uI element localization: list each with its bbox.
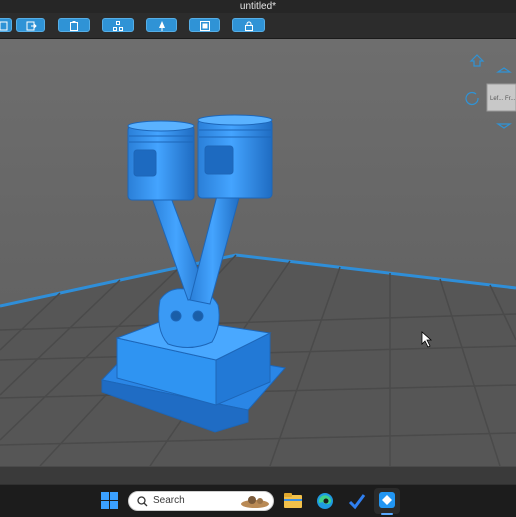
clipboard-button[interactable]	[58, 18, 90, 32]
active-app-indicator	[381, 513, 393, 515]
search-highlight-icon	[241, 496, 269, 508]
search-placeholder: Search	[153, 495, 185, 506]
import-icon	[0, 21, 8, 31]
toolbar	[0, 13, 516, 39]
lock-icon	[244, 21, 253, 31]
arrange-button[interactable]	[102, 18, 134, 32]
lock-button[interactable]	[232, 18, 265, 32]
support-button[interactable]	[146, 18, 177, 32]
status-bar	[0, 466, 516, 485]
slicer-app-icon[interactable]	[378, 491, 396, 509]
import-button[interactable]	[0, 18, 12, 32]
clipboard-icon	[70, 21, 78, 31]
title-bar: untitled*	[0, 0, 516, 13]
window-title: untitled*	[239, 1, 277, 12]
search-box[interactable]: Search	[128, 491, 274, 511]
3d-viewport[interactable]: Lef... Fr...	[0, 39, 516, 466]
arrange-icon	[113, 21, 123, 31]
frame-button[interactable]	[189, 18, 220, 32]
search-icon	[137, 496, 148, 507]
file-explorer-icon[interactable]	[284, 492, 302, 508]
export-icon	[26, 21, 37, 31]
edge-browser-icon[interactable]	[316, 492, 334, 510]
frame-icon	[199, 21, 210, 31]
export-button[interactable]	[16, 18, 45, 32]
support-icon	[158, 21, 165, 31]
windows-start-icon[interactable]	[101, 492, 118, 509]
nav-cube-label: Lef... Fr...	[490, 96, 516, 102]
taskbar: Search	[0, 484, 516, 517]
tasks-app-icon[interactable]	[348, 492, 366, 510]
